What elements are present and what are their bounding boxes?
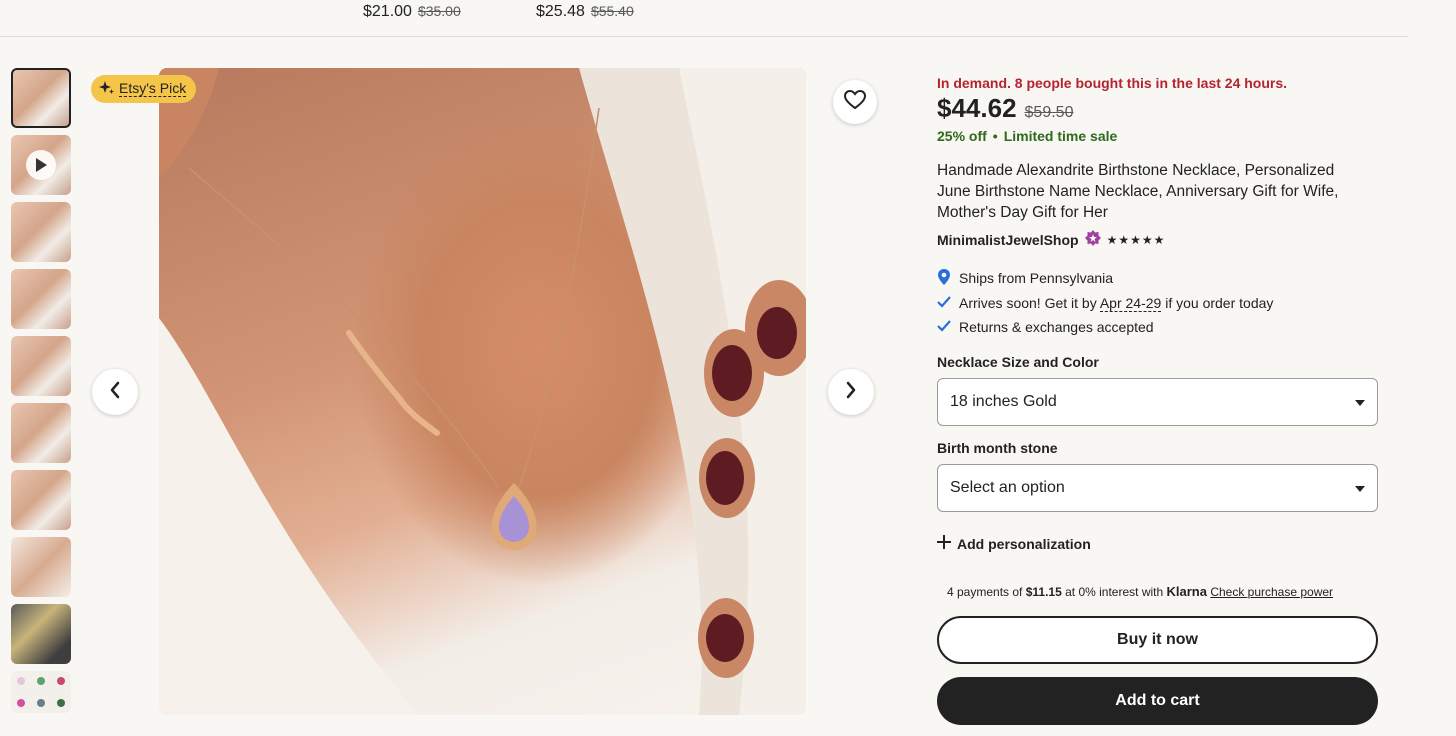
arrival-dates[interactable]: Apr 24-29 bbox=[1099, 294, 1162, 312]
separator-dot: • bbox=[992, 128, 998, 144]
demand-notice: In demand. 8 people bought this in the l… bbox=[937, 75, 1288, 91]
sparkle-icon bbox=[99, 80, 115, 99]
shipping-info: Ships from Pennsylvania Arrives soon! Ge… bbox=[937, 266, 1273, 340]
current-price: $44.62 bbox=[937, 93, 1017, 123]
original-price: $55.40 bbox=[590, 3, 634, 19]
check-icon bbox=[937, 295, 951, 311]
thumbnail[interactable] bbox=[11, 269, 71, 329]
discount-label: 25% off bbox=[937, 128, 987, 144]
recommended-item-price[interactable]: $21.00 $35.00 bbox=[363, 3, 461, 21]
birth-stone-select[interactable]: Select an option bbox=[937, 464, 1378, 512]
original-price: $35.00 bbox=[417, 3, 461, 19]
ships-from-row: Ships from Pennsylvania bbox=[937, 266, 1273, 291]
klarna-financing: 4 payments of $11.15 at 0% interest with… bbox=[947, 584, 1333, 599]
sale-price: $21.00 bbox=[363, 3, 412, 20]
buy-now-button[interactable]: Buy it now bbox=[937, 616, 1378, 664]
caret-down-icon bbox=[1355, 393, 1365, 411]
size-color-select[interactable]: 18 inches Gold bbox=[937, 378, 1378, 426]
thumbnail[interactable] bbox=[11, 604, 71, 664]
original-price: $59.50 bbox=[1024, 104, 1074, 121]
arrival-prefix: Arrives soon! Get it by bbox=[959, 294, 1097, 311]
size-color-label: Necklace Size and Color bbox=[937, 354, 1099, 370]
sale-price: $25.48 bbox=[536, 3, 585, 20]
recommendations-strip: $21.00 $35.00 $25.48 $55.40 bbox=[0, 0, 1408, 37]
badge-label: Etsy's Pick bbox=[119, 80, 187, 97]
recommended-item-price[interactable]: $25.48 $55.40 bbox=[536, 3, 634, 21]
product-main-image[interactable] bbox=[159, 68, 806, 715]
returns-text: Returns & exchanges accepted bbox=[959, 319, 1154, 336]
chevron-right-icon bbox=[845, 381, 857, 404]
arrival-text: Arrives soon! Get it by Apr 24-29 if you… bbox=[959, 294, 1274, 312]
returns-row: Returns & exchanges accepted bbox=[937, 315, 1273, 340]
location-pin-icon bbox=[937, 268, 951, 288]
birth-stone-label: Birth month stone bbox=[937, 440, 1058, 456]
previous-image-button[interactable] bbox=[92, 369, 138, 415]
birth-stone-value: Select an option bbox=[950, 479, 1065, 496]
play-icon bbox=[26, 150, 56, 180]
add-to-cart-button[interactable]: Add to cart bbox=[937, 677, 1378, 725]
sale-info: 25% off • Limited time sale bbox=[937, 128, 1117, 144]
star-seller-icon bbox=[1084, 230, 1101, 249]
thumbnail[interactable] bbox=[11, 68, 71, 128]
thumbnail[interactable] bbox=[11, 202, 71, 262]
sale-label: Limited time sale bbox=[1003, 128, 1118, 144]
necklace-illustration bbox=[159, 68, 806, 715]
shop-row: MinimalistJewelShop ★★★★★ bbox=[937, 230, 1165, 249]
check-icon bbox=[937, 319, 951, 335]
product-title: Handmade Alexandrite Birthstone Necklace… bbox=[937, 162, 1339, 221]
thumbnail[interactable] bbox=[11, 403, 71, 463]
caret-down-icon bbox=[1355, 479, 1365, 497]
price-row: $44.62 $59.50 bbox=[937, 93, 1073, 124]
thumbnail-list bbox=[11, 68, 73, 720]
check-purchase-power-link[interactable]: Check purchase power bbox=[1210, 585, 1333, 599]
rating-stars[interactable]: ★★★★★ bbox=[1107, 233, 1166, 247]
add-personalization-button[interactable]: Add personalization bbox=[937, 535, 1091, 552]
next-image-button[interactable] bbox=[828, 369, 874, 415]
video-thumbnail[interactable] bbox=[11, 135, 71, 195]
thumbnail[interactable] bbox=[11, 470, 71, 530]
klarna-middle: at 0% interest with bbox=[1065, 585, 1164, 599]
etsys-pick-badge[interactable]: Etsy's Pick bbox=[91, 75, 197, 103]
thumbnail[interactable] bbox=[11, 671, 71, 713]
size-color-value: 18 inches Gold bbox=[950, 393, 1057, 410]
thumbnail[interactable] bbox=[11, 336, 71, 396]
favorite-button[interactable] bbox=[833, 80, 877, 124]
add-personalization-label: Add personalization bbox=[957, 535, 1091, 552]
shop-name-link[interactable]: MinimalistJewelShop bbox=[937, 232, 1079, 248]
thumbnail[interactable] bbox=[11, 537, 71, 597]
heart-icon bbox=[843, 89, 867, 115]
klarna-amount: $11.15 bbox=[1025, 585, 1062, 599]
arrival-suffix: if you order today bbox=[1165, 294, 1274, 311]
chevron-left-icon bbox=[109, 381, 121, 404]
ships-from-text: Ships from Pennsylvania bbox=[959, 270, 1114, 287]
arrival-row: Arrives soon! Get it by Apr 24-29 if you… bbox=[937, 291, 1273, 316]
klarna-prefix: 4 payments of bbox=[947, 585, 1023, 599]
plus-icon bbox=[937, 535, 951, 552]
klarna-logo: Klarna bbox=[1166, 584, 1207, 599]
